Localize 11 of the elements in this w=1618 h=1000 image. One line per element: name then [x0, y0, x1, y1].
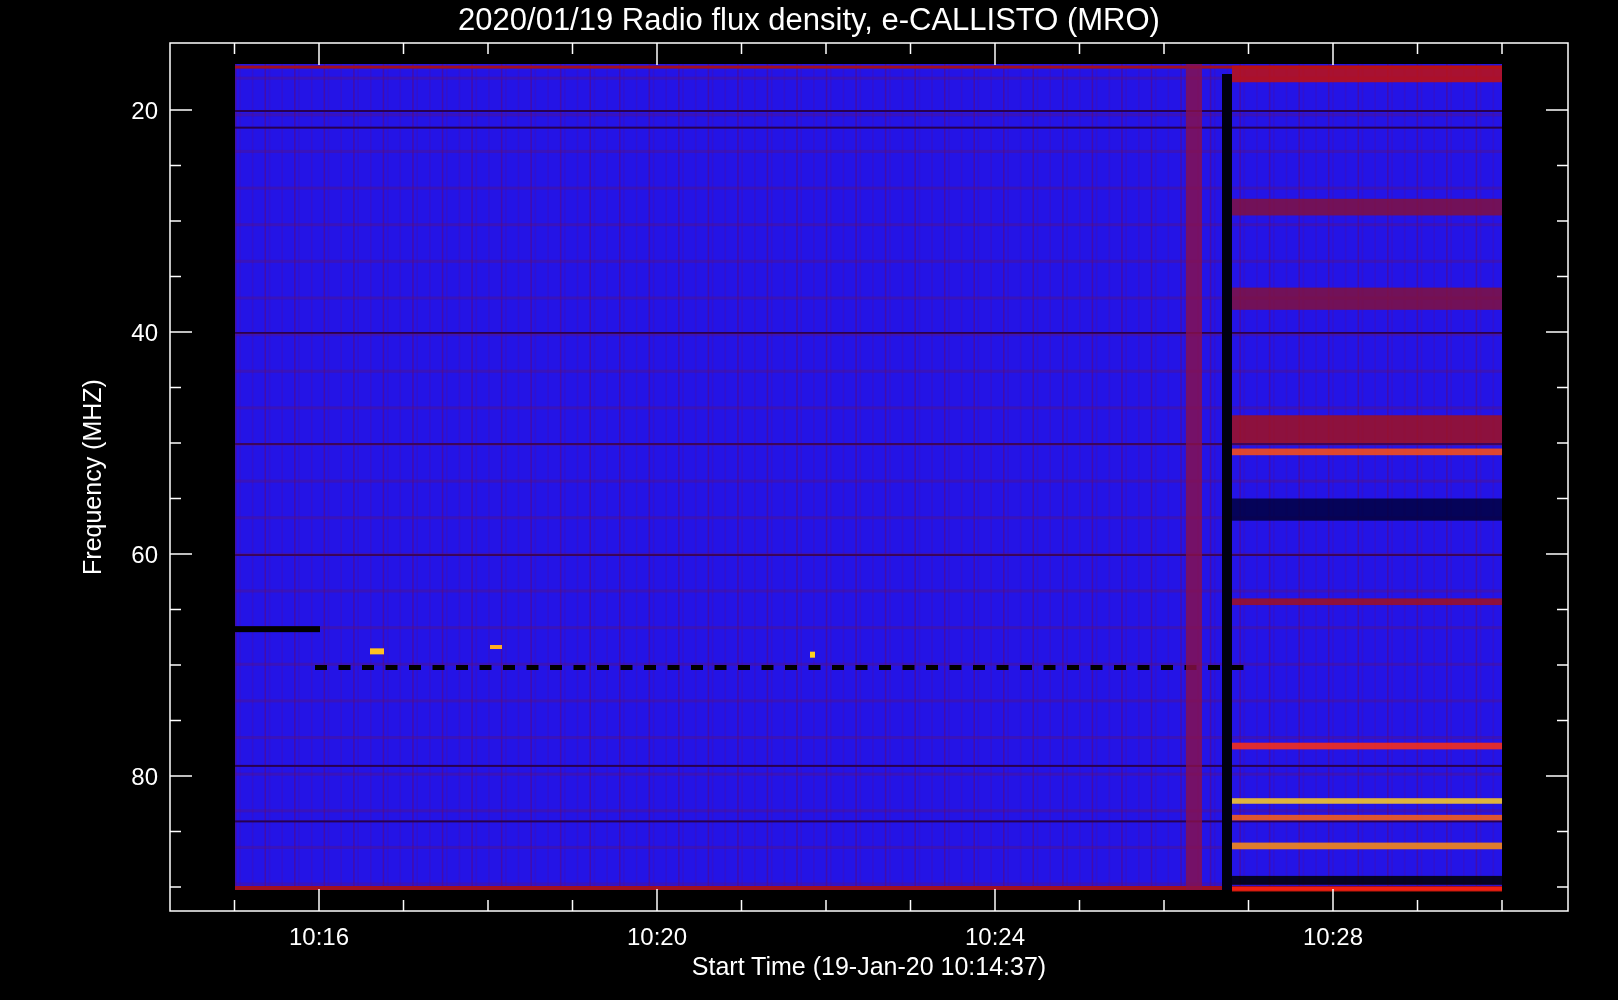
x-tick-label: 10:24	[964, 923, 1026, 950]
y-tick-label: 40	[131, 319, 158, 346]
y-tick-label: 20	[131, 97, 158, 124]
y-tick-label: 60	[131, 541, 158, 568]
x-tick-label: 10:20	[626, 923, 688, 950]
y-tick-label: 80	[131, 763, 158, 790]
x-tick-label: 10:16	[288, 923, 350, 950]
x-axis-label: Start Time (19-Jan-20 10:14:37)	[691, 952, 1047, 980]
chart-title: 2020/01/19 Radio flux density, e-CALLISTO (MRO)	[458, 2, 1160, 37]
x-tick-label: 10:28	[1302, 923, 1364, 950]
y-axis-label: Frequency (MHZ)	[78, 379, 106, 575]
